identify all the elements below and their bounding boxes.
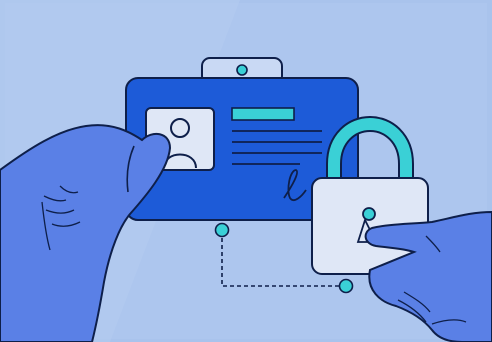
connector-node-icon xyxy=(338,278,354,294)
illustration-scene xyxy=(0,0,492,342)
name-bar xyxy=(231,107,295,121)
connector-node-icon xyxy=(214,222,230,238)
badge-clip-hole xyxy=(236,64,248,76)
illustration-canvas xyxy=(0,0,492,342)
